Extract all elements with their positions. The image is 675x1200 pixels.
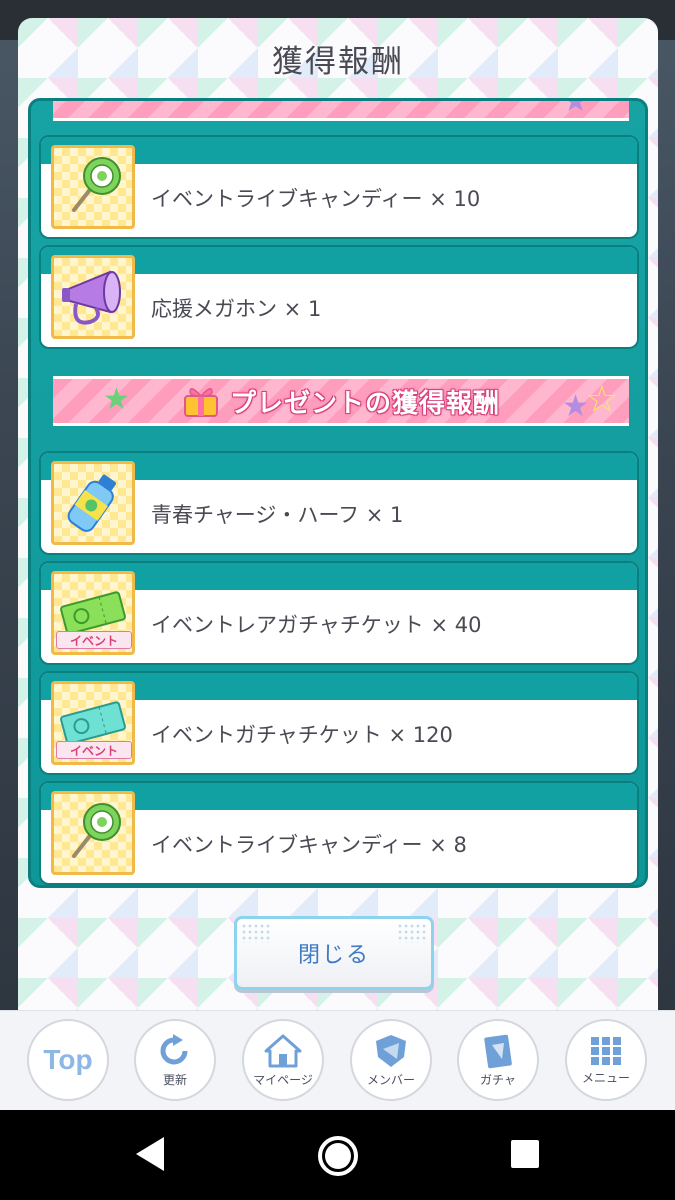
reward-dialog: 獲得報酬 ★ イベントライブキャンディー × 10 応援メガホン × 1 ★ プ…: [18, 18, 658, 1010]
section-ribbon-present: ★ プレゼントの獲得報酬 ★ ☆: [53, 376, 629, 426]
gacha-card-icon: [484, 1034, 512, 1068]
bottom-nav-bar: Top 更新 マイページ メンバー ガチャ メニュー: [0, 1010, 675, 1110]
drink-bottle-icon: [51, 461, 135, 545]
nav-member-label: メンバー: [366, 1072, 415, 1087]
nav-refresh-label: 更新: [162, 1072, 187, 1087]
close-button-label: 閉じる: [297, 943, 370, 968]
nav-top-button[interactable]: Top: [27, 1019, 109, 1101]
event-tag: イベント: [56, 631, 132, 649]
reward-item: イベント イベントレアガチャチケット × 40: [39, 561, 639, 665]
recents-icon[interactable]: [508, 1134, 542, 1174]
nav-menu-label: メニュー: [581, 1070, 630, 1085]
reward-item: 応援メガホン × 1: [39, 245, 639, 349]
star-icon: ☆: [584, 377, 619, 421]
candy-icon: [51, 791, 135, 875]
star-icon: ★: [562, 98, 589, 119]
megaphone-icon: [51, 255, 135, 339]
reward-list-panel[interactable]: ★ イベントライブキャンディー × 10 応援メガホン × 1 ★ プレゼントの…: [28, 98, 648, 888]
reward-item: イベント イベントガチャチケット × 120: [39, 671, 639, 775]
nav-gacha-label: ガチャ: [480, 1072, 516, 1087]
reward-item-label: イベントライブキャンディー × 10: [151, 187, 481, 211]
rare-ticket-icon: イベント: [51, 571, 135, 655]
candy-icon: [51, 145, 135, 229]
nav-mypage-label: マイページ: [253, 1072, 313, 1087]
back-icon[interactable]: [132, 1134, 168, 1174]
dialog-title: 獲得報酬: [272, 43, 404, 80]
nav-member-button[interactable]: メンバー: [350, 1019, 432, 1101]
reward-item-label: 青春チャージ・ハーフ × 1: [151, 503, 404, 527]
ticket-icon: イベント: [51, 681, 135, 765]
reward-item: イベントライブキャンディー × 8: [39, 781, 639, 885]
close-button[interactable]: 閉じる: [234, 916, 434, 990]
nav-refresh-button[interactable]: 更新: [134, 1019, 216, 1101]
home-icon: [264, 1034, 302, 1067]
reward-item-label: イベントレアガチャチケット × 40: [151, 613, 482, 637]
section-title: プレゼントの獲得報酬: [229, 388, 500, 419]
reward-item-label: イベントガチャチケット × 120: [151, 723, 453, 747]
star-icon: ★: [103, 382, 130, 417]
android-nav-bar: [0, 1110, 675, 1200]
member-shield-icon: [376, 1034, 406, 1067]
reward-item-label: 応援メガホン × 1: [151, 297, 322, 321]
section-ribbon-top: ★: [53, 98, 629, 121]
reward-item-label: イベントライブキャンディー × 8: [151, 833, 467, 857]
event-tag: イベント: [56, 741, 132, 759]
reward-item: イベントライブキャンディー × 10: [39, 135, 639, 239]
gift-box-icon: [182, 384, 220, 418]
nav-menu-button[interactable]: メニュー: [565, 1019, 647, 1101]
nav-mypage-button[interactable]: マイページ: [242, 1019, 324, 1101]
nav-gacha-button[interactable]: ガチャ: [457, 1019, 539, 1101]
refresh-icon: [160, 1033, 188, 1064]
nav-top-label: Top: [43, 1044, 93, 1075]
reward-item: 青春チャージ・ハーフ × 1: [39, 451, 639, 555]
grid-menu-icon: [591, 1036, 621, 1065]
home-circle-icon[interactable]: [316, 1134, 360, 1178]
